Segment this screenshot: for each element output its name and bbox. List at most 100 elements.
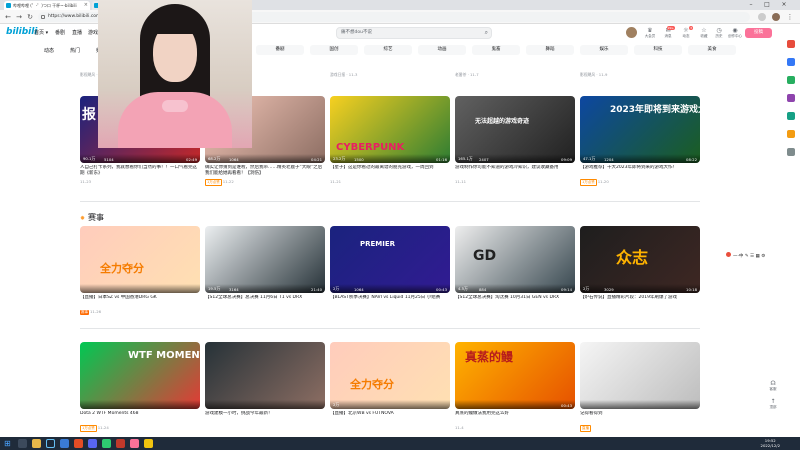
video-title[interactable]: Dota 2 WTF Moments 468 — [80, 411, 200, 417]
channel-pill[interactable]: 科技 — [634, 45, 682, 55]
video-meta[interactable]: 11-4 — [455, 425, 464, 430]
steam-icon[interactable] — [46, 439, 55, 448]
video-meta[interactable]: 1万点赞 11-22 — [205, 179, 234, 186]
video-title[interactable]: 【炉石传说】直播精彩片段：2019年刷爆了游戏 — [580, 295, 700, 301]
reload-icon[interactable]: ↻ — [25, 12, 35, 22]
video-title[interactable]: 【S12全球总决赛】总决赛 11月6日 T1 vs DRX — [205, 295, 325, 301]
profile-icon[interactable] — [772, 13, 780, 21]
video-title[interactable]: 游戏制作你可能不知道的游戏冷知识，建议收藏备用 — [455, 165, 575, 171]
header-messages[interactable]: ✉ 消息 99+ — [660, 26, 676, 42]
video-title[interactable]: 游戏建模一小时，挑战今年最新！ — [205, 411, 325, 417]
video-thumbnail[interactable]: CYBERPUNK 23.2万 1500 01:16 — [330, 96, 450, 163]
video-meta[interactable]: 11-23 — [80, 179, 91, 184]
back-icon[interactable]: ← — [3, 12, 13, 22]
avatar[interactable] — [626, 27, 637, 38]
video-meta[interactable]: 赛事 11-26 — [80, 309, 101, 315]
extension-icon[interactable] — [758, 13, 766, 21]
video-meta[interactable]: 11-11 — [455, 179, 466, 184]
video-title[interactable]: 【BLAST秋季决赛】NAVI vs Liquid 11月25日 小组赛 — [330, 295, 450, 301]
header-favorites[interactable]: ☆ 收藏 — [696, 27, 712, 42]
window-close-icon[interactable]: × — [777, 0, 791, 10]
video-title[interactable]: 真蒸的鳗做法我用完这么好 — [455, 411, 575, 417]
quick-popular[interactable]: 热门 — [70, 47, 80, 54]
browser-tab[interactable]: 哔哩哔哩 (゜-゜)つロ 干杯~-bilibili × — [4, 1, 90, 10]
video-thumbnail[interactable]: 2023年即将到来游戏大作 47.1万 1204 08:22 — [580, 96, 700, 163]
video-stats: 23.2万 1500 01:16 — [330, 154, 450, 163]
video-title[interactable]: 【星子】这是你看过的最离谱的朋克游戏，一周回到 — [330, 165, 450, 171]
video-thumbnail[interactable]: 19.5万 3164 21:40 — [205, 226, 325, 293]
forward-icon[interactable]: → — [14, 12, 24, 22]
thumbnail-text: WTF MOMENTS 468 — [128, 350, 200, 361]
sidebar-app-icon[interactable] — [787, 58, 795, 66]
video-meta[interactable]: 1万点赞 11-24 — [80, 425, 109, 432]
video-title[interactable]: 【直播】北京WB vs FUTNOVA — [330, 411, 450, 417]
channel-pill[interactable]: 美食 — [688, 45, 736, 55]
chrome-icon[interactable] — [144, 439, 153, 448]
video-thumbnail[interactable]: 无法超越的游戏奇迹 165.1万 2407 09:09 — [455, 96, 575, 163]
video-thumbnail[interactable]: 真蒸的鳗 00:43 — [455, 342, 575, 409]
divider — [80, 201, 700, 202]
minimize-icon[interactable]: – — [744, 0, 758, 10]
nav-live[interactable]: 直播 — [72, 29, 82, 36]
sidebar-app-icon[interactable] — [787, 76, 795, 84]
video-thumbnail[interactable]: PREMIER 2万 1064 00:43 — [330, 226, 450, 293]
video-meta[interactable]: 直播 — [580, 425, 592, 432]
channel-pill[interactable]: 娱乐 — [580, 45, 628, 55]
channel-pill[interactable]: 动画 — [418, 45, 466, 55]
view-count: 2万 — [333, 402, 340, 407]
video-thumbnail[interactable] — [580, 342, 700, 409]
search-input[interactable]: 痛不想dou不说 ⌕ — [336, 27, 492, 39]
sidebar-app-icon[interactable] — [787, 148, 795, 156]
video-meta[interactable]: 1万点赞 11-20 — [580, 179, 609, 186]
header-history[interactable]: ◷ 历史 — [711, 27, 727, 42]
maximize-icon[interactable]: □ — [760, 0, 774, 10]
channel-pill[interactable]: 番剧 — [256, 45, 304, 55]
nav-anime[interactable]: 番剧 — [55, 29, 65, 36]
bilibili-logo[interactable]: bilibili — [6, 27, 37, 37]
nav-home[interactable]: 首页 ▾ — [34, 29, 48, 36]
video-title[interactable]: 【直播】日本SZ vs 中国香港DRG GK — [80, 295, 200, 301]
taskbar-app-icon[interactable] — [88, 439, 97, 448]
upload-button[interactable]: 投稿 — [745, 28, 772, 38]
video-thumbnail[interactable]: 众志 2万 3029 10:18 — [580, 226, 700, 293]
windows-start-icon[interactable]: ⊞ — [4, 439, 13, 448]
quick-dynamic[interactable]: 动态 — [44, 47, 54, 54]
video-title[interactable]: 【S12全球总决赛】淘汰赛 10月31日 GEN vs DRX — [455, 295, 575, 301]
channel-pill[interactable]: 舞蹈 — [526, 45, 574, 55]
taskbar-app-icon[interactable] — [116, 439, 125, 448]
ime-toolbar[interactable]: 一·中 ✎ ☰ ▦ ⚙ — [726, 252, 782, 260]
channel-pill[interactable]: 综艺 — [364, 45, 412, 55]
video-thumbnail[interactable]: WTF MOMENTS 468 — [80, 342, 200, 409]
sidebar-app-icon[interactable] — [787, 94, 795, 102]
video-thumbnail[interactable]: GD 4.5万 884 09:14 — [455, 226, 575, 293]
video-thumbnail[interactable] — [205, 342, 325, 409]
video-title[interactable]: 记得看得到 — [580, 411, 700, 417]
channel-pill[interactable]: 国创 — [310, 45, 358, 55]
menu-kebab-icon[interactable]: ⋮ — [785, 12, 795, 22]
video-thumbnail[interactable]: 全力夺分 2万 — [330, 342, 450, 409]
taskbar-app-icon[interactable] — [60, 439, 69, 448]
header-dynamic[interactable]: ☼ 动态 3 — [678, 26, 694, 42]
sidebar-app-icon[interactable] — [787, 130, 795, 138]
customer-service-button[interactable]: ☊ 客服 — [766, 380, 780, 392]
channel-pill[interactable]: 鬼畜 — [472, 45, 520, 55]
video-title[interactable]: 确实让你猜到是谁啦，然后我带……精英老鹿子“大眼”之后我们能给她再看看！【洞伤】 — [205, 165, 325, 177]
header-vip[interactable]: ♛ 大会员 — [642, 27, 658, 42]
search-icon[interactable]: ⌕ — [485, 28, 488, 38]
video-title[interactable]: 人自己打卡系列，我就想看你们当然的事！！一口气看完这期《新东》 — [80, 165, 200, 177]
sidebar-app-icon[interactable] — [787, 40, 795, 48]
taskbar-app-icon[interactable] — [130, 439, 139, 448]
video-meta[interactable]: 11-21 — [330, 179, 341, 184]
taskbar-app-icon[interactable] — [102, 439, 111, 448]
taskbar-clock[interactable]: 19:52 2022/12/2 — [761, 438, 780, 448]
sidebar-app-icon[interactable] — [787, 112, 795, 120]
video-thumbnail[interactable]: 全力夺分 — [80, 226, 200, 293]
header-creator-center[interactable]: ◉ 创作中心 — [726, 27, 744, 42]
close-tab-icon[interactable]: × — [84, 1, 88, 10]
video-title[interactable]: 【游戏推荐】十大2023年即将到来的游戏大作！ — [580, 165, 700, 171]
taskbar-app-icon[interactable] — [74, 439, 83, 448]
back-to-top-button[interactable]: ↑ 顶部 — [766, 398, 780, 410]
file-explorer-icon[interactable] — [32, 439, 41, 448]
sogou-icon — [726, 252, 731, 257]
taskbar-search-icon[interactable] — [18, 439, 27, 448]
